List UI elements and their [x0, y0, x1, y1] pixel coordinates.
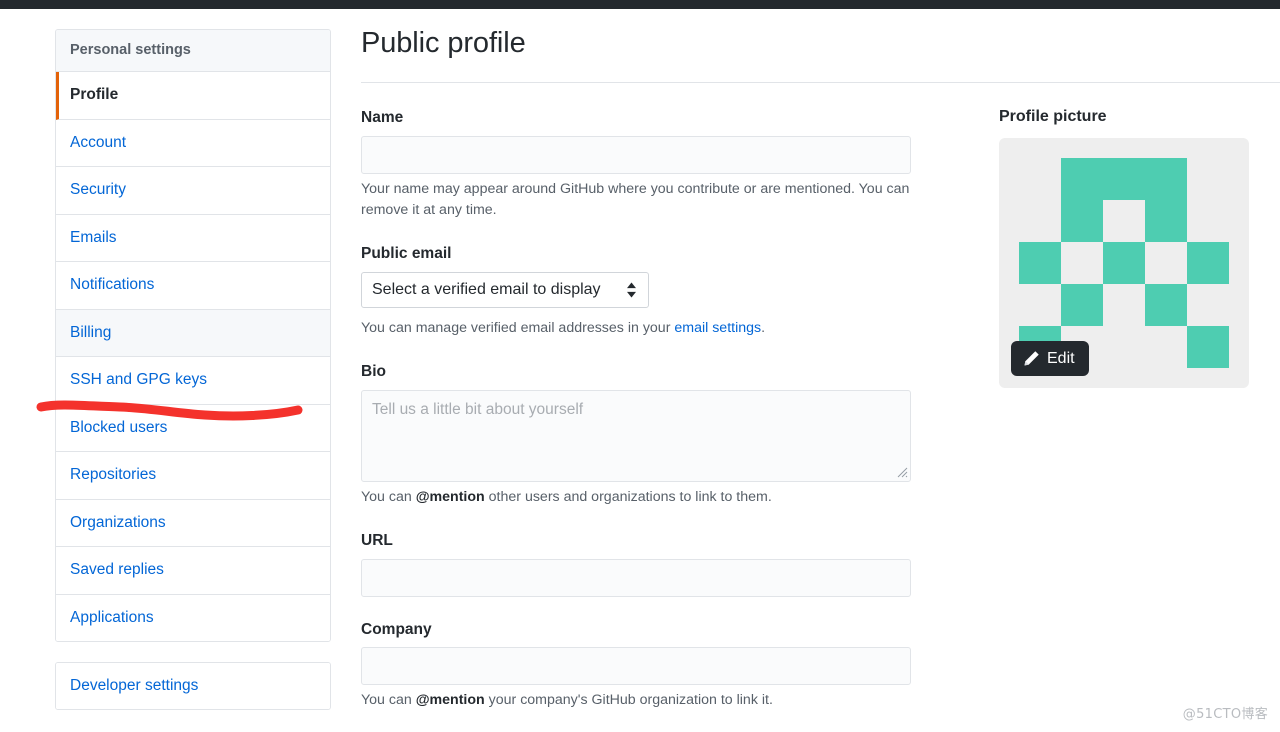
public-email-selected-value: Select a verified email to display [372, 280, 601, 298]
identicon-cell-0-0 [1019, 158, 1061, 200]
sidebar-item-label: Organizations [70, 513, 166, 531]
pencil-icon [1023, 350, 1040, 367]
identicon-cell-2-0 [1019, 242, 1061, 285]
sidebar-item-label: Billing [70, 323, 112, 341]
title-divider [361, 82, 1280, 83]
name-hint: Your name may appear around GitHub where… [361, 180, 910, 218]
personal-settings-nav: Personal settings Profile Account Securi… [55, 29, 331, 643]
bio-hint-after: other users and organizations to link to… [484, 488, 772, 505]
company-field-group: Company You can @mention your company's … [361, 621, 921, 712]
sidebar-item-label: Account [70, 133, 127, 151]
identicon-cell-2-1 [1061, 242, 1103, 284]
sidebar-item-organizations[interactable]: Organizations [56, 499, 330, 548]
identicon-cell-2-2 [1103, 242, 1145, 285]
edit-avatar-label: Edit [1047, 350, 1075, 367]
identicon-cell-0-3 [1145, 158, 1187, 201]
sidebar-item-label: Profile [70, 86, 119, 104]
identicon-cell-3-1 [1061, 284, 1103, 327]
email-settings-link[interactable]: email settings [674, 320, 761, 336]
sidebar-item-repositories[interactable]: Repositories [56, 452, 330, 500]
identicon-cell-4-2 [1103, 326, 1145, 368]
main-content: Public profile [361, 25, 921, 61]
profile-picture-title: Profile picture [999, 108, 1107, 125]
bio-hint: You can @mention other users and organiz… [361, 487, 946, 508]
identicon-cell-0-4 [1187, 158, 1229, 200]
sidebar-item-security[interactable]: Security [56, 167, 330, 215]
bio-textarea-wrap [361, 389, 911, 482]
identicon-cell-1-0 [1019, 200, 1061, 242]
identicon-cell-1-3 [1145, 200, 1187, 243]
public-email-select[interactable]: Select a verified email to display [361, 271, 649, 308]
name-input[interactable] [361, 135, 911, 174]
identicon-cell-1-2 [1103, 200, 1145, 242]
bio-label: Bio [361, 363, 386, 381]
sidebar-item-developer-settings[interactable]: Developer settings [56, 663, 330, 710]
sidebar-item-label: Applications [70, 608, 154, 626]
identicon-cell-0-2 [1103, 158, 1145, 201]
sidebar-item-profile[interactable]: Profile [56, 72, 330, 120]
profile-form: Name Your name may appear around GitHub … [361, 109, 921, 711]
identicon-cell-2-3 [1145, 242, 1187, 284]
identicon-cell-4-4 [1187, 326, 1229, 369]
sidebar-item-label: Emails [70, 228, 117, 246]
sidebar-item-label: Saved replies [70, 561, 164, 579]
public-email-field-group: Public email Select a verified email to … [361, 245, 921, 339]
sidebar-item-emails[interactable]: Emails [56, 214, 330, 263]
bio-field-group: Bio You can @mention other users and org… [361, 363, 921, 508]
company-hint-after: your company's GitHub organization to li… [484, 692, 773, 709]
edit-avatar-button[interactable]: Edit [1011, 341, 1089, 377]
sidebar-item-label: Repositories [70, 466, 157, 484]
watermark: @51CTO博客 [1182, 707, 1268, 722]
identicon-cell-3-3 [1145, 284, 1187, 327]
identicon-cell-3-0 [1019, 284, 1061, 326]
url-input[interactable] [361, 558, 911, 597]
developer-settings-nav: Developer settings [55, 662, 331, 711]
sidebar-item-billing[interactable]: Billing [56, 309, 330, 358]
company-label: Company [361, 620, 432, 638]
sidebar-item-notifications[interactable]: Notifications [56, 262, 330, 310]
profile-picture-section: Profile picture Edit [999, 107, 1251, 389]
bio-hint-before: You can [361, 488, 416, 505]
sidebar-item-account[interactable]: Account [56, 119, 330, 168]
company-hint: You can @mention your company's GitHub o… [361, 690, 946, 711]
sidebar-header: Personal settings [56, 30, 330, 73]
settings-page: Personal settings Profile Account Securi… [0, 9, 1280, 732]
sidebar-item-label: Developer settings [70, 677, 199, 695]
page-title: Public profile [361, 27, 526, 59]
public-email-hint: You can manage verified email addresses … [361, 318, 946, 339]
name-label: Name [361, 109, 404, 126]
sidebar-item-label: Security [70, 181, 126, 199]
identicon-cell-0-1 [1061, 158, 1103, 201]
sidebar-item-applications[interactable]: Applications [56, 594, 330, 642]
company-input[interactable] [361, 647, 911, 686]
sidebar-item-label: Notifications [70, 276, 155, 294]
identicon-cell-2-4 [1187, 242, 1229, 285]
public-email-label: Public email [361, 245, 452, 263]
public-email-hint-before: You can manage verified email addresses … [361, 319, 675, 336]
sidebar-item-saved-replies[interactable]: Saved replies [56, 547, 330, 595]
identicon-cell-3-4 [1187, 284, 1229, 326]
bio-textarea[interactable] [361, 389, 911, 482]
avatar-frame: Edit [999, 138, 1249, 389]
public-email-select-wrap: Select a verified email to display [361, 271, 649, 308]
identicon-cell-4-3 [1145, 326, 1187, 368]
name-field-group: Name Your name may appear around GitHub … [361, 109, 921, 221]
company-hint-mention: @mention [415, 692, 485, 709]
url-label: URL [361, 531, 393, 549]
company-hint-before: You can [361, 692, 416, 709]
sidebar-item-ssh-and-gpg-keys[interactable]: SSH and GPG keys [56, 357, 330, 405]
identicon-avatar [1019, 158, 1229, 369]
sidebar-item-label: Blocked users [70, 418, 168, 436]
sidebar-item-blocked-users[interactable]: Blocked users [56, 404, 330, 453]
top-chrome-strip [0, 0, 1280, 9]
url-field-group: URL [361, 532, 921, 597]
settings-sidebar: Personal settings Profile Account Securi… [55, 29, 331, 711]
identicon-cell-1-1 [1061, 200, 1103, 243]
identicon-cell-1-4 [1187, 200, 1229, 242]
public-email-hint-after: . [761, 319, 766, 336]
identicon-cell-3-2 [1103, 284, 1145, 326]
bio-hint-mention: @mention [415, 488, 485, 505]
sidebar-item-label: SSH and GPG keys [70, 371, 207, 389]
